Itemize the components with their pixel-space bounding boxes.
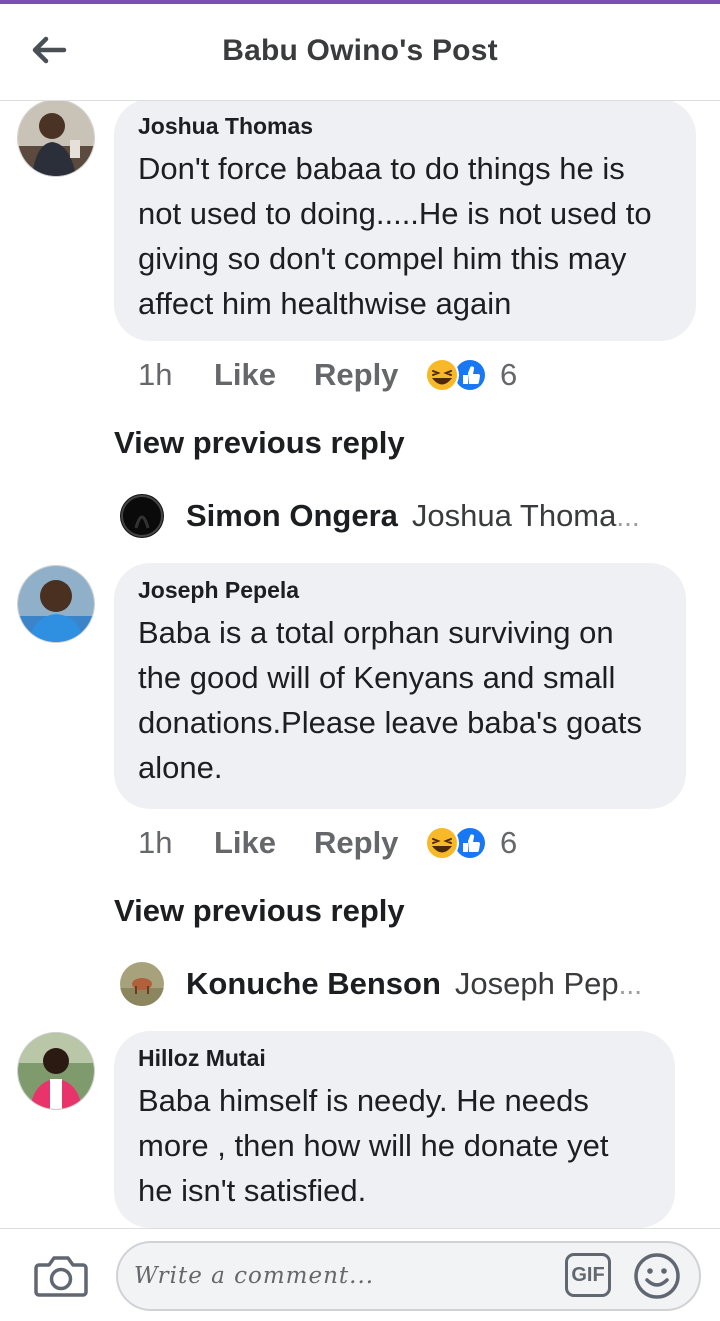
comment-time: 1h (138, 357, 173, 392)
comment-time: 1h (138, 825, 173, 860)
reply-button[interactable]: Reply (314, 357, 424, 393)
like-button[interactable]: Like (214, 825, 314, 861)
reactions[interactable]: 6 (424, 825, 517, 861)
gif-button[interactable]: GIF (565, 1253, 611, 1297)
header: Babu Owino's Post (0, 4, 720, 101)
comment-text: Baba is a total orphan surviving on the … (138, 615, 643, 785)
view-previous-reply-link[interactable]: View previous reply (114, 425, 405, 461)
reply-button[interactable]: Reply (314, 825, 424, 861)
emoji-icon[interactable] (633, 1252, 681, 1300)
comment-text: Baba himself is needy. He needs more , t… (138, 1083, 609, 1208)
reaction-count: 6 (500, 825, 518, 860)
comment-bubble[interactable]: Hilloz Mutai Baba himself is needy. He n… (114, 1031, 675, 1228)
subreply-preview[interactable]: Konuche Benson Joseph Pep... (120, 960, 680, 1008)
haha-like-reaction-icon (425, 826, 485, 860)
view-previous-reply-link[interactable]: View previous reply (114, 893, 405, 929)
avatar[interactable] (17, 565, 95, 643)
subreply-preview[interactable]: Simon Ongera Joshua Thoma... (120, 492, 680, 540)
comment-placeholder: Write a comment... (134, 1263, 375, 1289)
comment-composer: Write a comment... GIF (0, 1228, 720, 1321)
comment-author[interactable]: Hilloz Mutai (138, 1045, 651, 1072)
subreply-text: Joseph Pep... (454, 966, 642, 1001)
comment-actions: 1h Like Reply 6 (138, 355, 517, 395)
comments-feed[interactable]: Joshua Thomas Don't force babaa to do th… (0, 101, 720, 1228)
comment-author[interactable]: Joseph Pepela (138, 577, 662, 604)
comment-bubble[interactable]: Joseph Pepela Baba is a total orphan sur… (114, 563, 686, 809)
reactions[interactable]: 6 (424, 357, 517, 393)
like-button[interactable]: Like (214, 357, 314, 393)
comment-input[interactable]: Write a comment... GIF (116, 1241, 701, 1311)
camera-icon[interactable] (34, 1251, 88, 1299)
reaction-count: 6 (500, 357, 518, 392)
avatar[interactable] (17, 1032, 95, 1110)
avatar[interactable] (17, 101, 95, 177)
avatar[interactable] (120, 494, 164, 538)
comment-author[interactable]: Joshua Thomas (138, 113, 672, 140)
page-title: Babu Owino's Post (222, 34, 498, 67)
comment-text: Don't force babaa to do things he is not… (138, 151, 652, 321)
comment-bubble[interactable]: Joshua Thomas Don't force babaa to do th… (114, 101, 696, 341)
subreply-author[interactable]: Simon Ongera (186, 498, 398, 534)
subreply-text: Joshua Thoma... (411, 498, 640, 533)
avatar[interactable] (120, 962, 164, 1006)
haha-like-reaction-icon (425, 358, 485, 392)
comment-actions: 1h Like Reply 6 (138, 823, 517, 863)
subreply-author[interactable]: Konuche Benson (186, 966, 441, 1002)
